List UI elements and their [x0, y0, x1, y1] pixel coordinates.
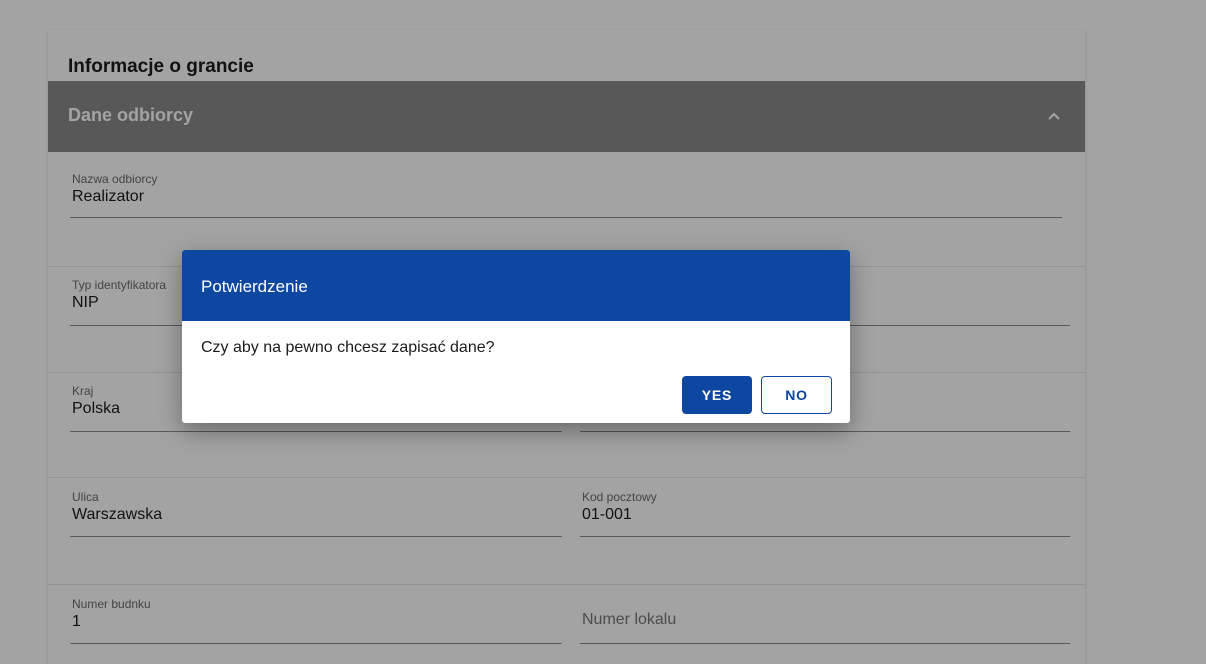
dialog-header: Potwierdzenie — [182, 250, 850, 321]
dialog-title: Potwierdzenie — [201, 277, 308, 296]
dialog-message: Czy aby na pewno chcesz zapisać dane? — [201, 339, 495, 356]
yes-button[interactable]: YES — [682, 376, 752, 414]
no-button[interactable]: NO — [761, 376, 832, 414]
confirmation-dialog: Potwierdzenie Czy aby na pewno chcesz za… — [182, 250, 850, 423]
